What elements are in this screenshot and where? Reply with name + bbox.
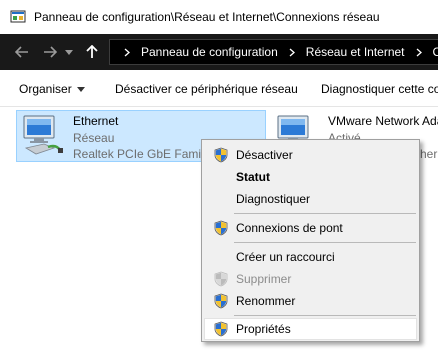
adapter-device: her (420, 147, 438, 161)
adapter-name: Ethernet (73, 114, 119, 128)
recent-locations-button[interactable] (62, 40, 76, 64)
menu-item-label: Créer un raccourci (236, 250, 335, 264)
menu-item-properties[interactable]: Propriétés (204, 318, 417, 340)
breadcrumb-separator[interactable] (119, 44, 135, 60)
shield-icon (214, 321, 228, 337)
chevron-right-icon (124, 48, 130, 56)
arrow-left-icon (15, 46, 28, 58)
menu-item-label: Diagnostiquer (236, 192, 311, 206)
chevron-down-icon (65, 49, 73, 55)
adapter-status: Réseau (73, 131, 115, 145)
address-box[interactable]: Panneau de configuration Réseau et Inter… (109, 39, 438, 65)
menu-item-create-shortcut[interactable]: Créer un raccourci (204, 246, 417, 268)
menu-item-status[interactable]: Statut (204, 166, 417, 188)
up-button[interactable] (80, 40, 104, 64)
arrow-right-icon (44, 46, 57, 58)
organize-label: Organiser (19, 82, 72, 96)
chevron-right-icon (416, 48, 422, 56)
menu-separator (234, 315, 416, 316)
menu-item-label: Statut (236, 170, 270, 184)
context-menu: Désactiver Statut Diagnostiquer Connexio… (201, 139, 420, 342)
menu-item-label: Propriétés (236, 322, 291, 336)
menu-item-label: Supprimer (236, 272, 292, 286)
menu-item-label: Renommer (236, 294, 296, 308)
back-button[interactable] (10, 40, 34, 64)
arrow-up-icon (86, 45, 98, 58)
diagnose-connection-button[interactable]: Diagnostiquer cette co (321, 82, 438, 96)
menu-item-delete: Supprimer (204, 268, 417, 290)
shield-icon (214, 293, 228, 309)
menu-item-rename[interactable]: Renommer (204, 290, 417, 312)
menu-separator (234, 213, 416, 214)
menu-separator (234, 242, 416, 243)
breadcrumb-network-internet[interactable]: Réseau et Internet (306, 45, 405, 59)
adapter-device: Realtek PCIe GbE Family (73, 147, 210, 161)
title-bar: Panneau de configuration\Réseau et Inter… (0, 0, 438, 34)
network-adapter-icon (23, 115, 63, 155)
command-bar: Organiser Désactiver ce périphérique rés… (0, 70, 438, 107)
shield-icon (214, 147, 228, 163)
chevron-right-icon (289, 48, 295, 56)
control-panel-icon (10, 10, 26, 23)
forward-button[interactable] (38, 40, 62, 64)
adapter-name: VMware Network Ada (328, 114, 438, 128)
menu-item-label: Connexions de pont (236, 221, 343, 235)
chevron-down-icon (76, 86, 85, 92)
disable-device-button[interactable]: Désactiver ce périphérique réseau (115, 82, 298, 96)
shield-icon (214, 271, 228, 287)
organize-button[interactable]: Organiser (19, 82, 85, 96)
menu-item-diagnose[interactable]: Diagnostiquer (204, 188, 417, 210)
shield-icon (214, 220, 228, 236)
breadcrumb-separator[interactable] (284, 44, 300, 60)
breadcrumb-control-panel[interactable]: Panneau de configuration (141, 45, 278, 59)
breadcrumb-network-connections[interactable]: Co (433, 45, 438, 59)
menu-item-disable[interactable]: Désactiver (204, 144, 417, 166)
breadcrumb-separator[interactable] (411, 44, 427, 60)
window-title: Panneau de configuration\Réseau et Inter… (34, 10, 380, 24)
menu-item-label: Désactiver (236, 148, 293, 162)
menu-item-bridge-connections[interactable]: Connexions de pont (204, 217, 417, 239)
